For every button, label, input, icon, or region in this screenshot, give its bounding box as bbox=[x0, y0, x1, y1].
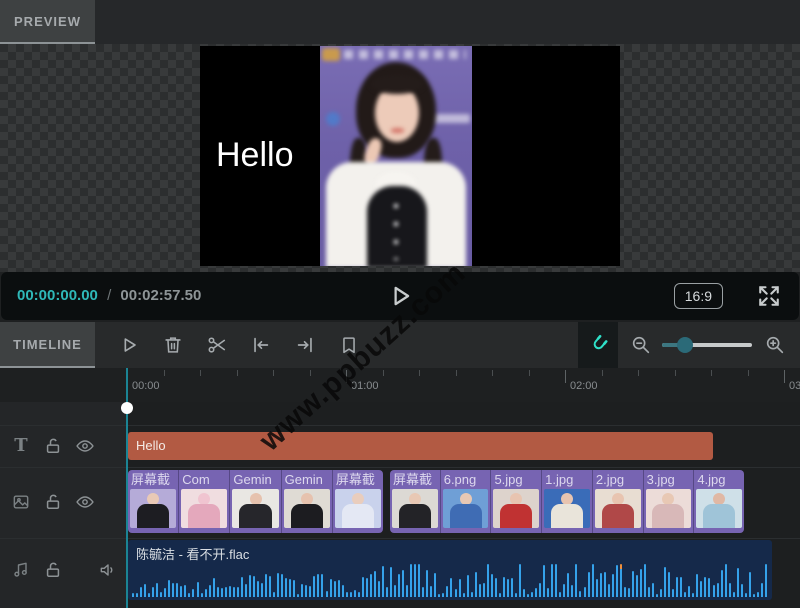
text-clip-hello[interactable]: Hello bbox=[128, 432, 713, 460]
tab-timeline[interactable]: TIMELINE bbox=[0, 322, 95, 368]
snap-toggle[interactable] bbox=[578, 322, 618, 368]
video-clip-thumbnail bbox=[544, 489, 590, 528]
text-track-visibility-icon[interactable] bbox=[75, 436, 95, 456]
video-clip[interactable]: Gemin bbox=[230, 470, 281, 533]
preview-control-bar: 00:00:00.00 / 00:02:57.50 16:9 bbox=[1, 272, 799, 320]
video-clip[interactable]: 5.jpg bbox=[491, 470, 542, 533]
video-clip-label: Gemin bbox=[282, 470, 332, 489]
audio-waveform bbox=[132, 563, 768, 597]
timeline-zoom-slider[interactable] bbox=[662, 343, 752, 347]
video-clip-thumbnail bbox=[335, 489, 381, 528]
audio-track-icon bbox=[11, 560, 31, 580]
timecode-display: 00:00:00.00 / 00:02:57.50 bbox=[17, 272, 201, 320]
jump-to-start-button[interactable] bbox=[250, 334, 272, 356]
video-clip-thumbnail bbox=[595, 489, 641, 528]
video-clip[interactable]: Gemin bbox=[282, 470, 333, 533]
video-clip[interactable]: 2.jpg bbox=[593, 470, 644, 533]
video-clip-group[interactable]: 屏幕截6.png5.jpg1.jpg2.jpg3.jpg4.jpg bbox=[390, 470, 744, 533]
cut-button[interactable] bbox=[206, 334, 228, 356]
video-clip-label: 1.jpg bbox=[542, 470, 592, 489]
video-clip-group[interactable]: 屏幕截ComGeminGemin屏幕截 bbox=[128, 470, 383, 533]
timeline-play-button[interactable] bbox=[118, 334, 140, 356]
image-track-lock-icon[interactable] bbox=[43, 492, 63, 512]
timeline-tracks: T Hello bbox=[0, 402, 800, 608]
ruler-label: 03:00 bbox=[789, 380, 800, 392]
zoom-in-icon bbox=[764, 334, 786, 356]
fullscreen-icon bbox=[755, 282, 783, 310]
preview-canvas: Hello bbox=[0, 44, 800, 272]
video-frame: Hello bbox=[200, 46, 620, 266]
text-track-lock-icon[interactable] bbox=[43, 436, 63, 456]
ruler-label: 00:00 bbox=[132, 380, 160, 392]
video-editor-app: PREVIEW Hello 00:00:00.00 / 00:02:57.50 bbox=[0, 0, 800, 608]
video-clip-thumbnail bbox=[646, 489, 692, 528]
skip-start-icon bbox=[250, 334, 272, 356]
play-icon bbox=[118, 334, 140, 356]
audio-track-volume-icon[interactable] bbox=[98, 560, 118, 580]
video-clip[interactable]: 6.png bbox=[441, 470, 492, 533]
video-clip-thumbnail bbox=[443, 489, 489, 528]
video-clip[interactable]: 屏幕截 bbox=[128, 470, 179, 533]
magnet-icon bbox=[586, 333, 610, 357]
preview-text-overlay[interactable]: Hello bbox=[216, 136, 293, 175]
audio-clip[interactable]: 陈毓洁 - 看不开.flac bbox=[128, 540, 772, 600]
timecode-current: 00:00:00.00 bbox=[17, 287, 98, 304]
video-clip-label: 屏幕截 bbox=[390, 470, 440, 489]
ruler-label: 02:00 bbox=[570, 380, 598, 392]
playhead-knob[interactable] bbox=[121, 402, 133, 414]
skip-end-icon bbox=[294, 334, 316, 356]
video-clip-thumbnail bbox=[130, 489, 176, 528]
bookmark-button[interactable] bbox=[338, 334, 360, 356]
video-clip[interactable]: 1.jpg bbox=[542, 470, 593, 533]
ruler-label: 01:00 bbox=[351, 380, 379, 392]
video-clip[interactable]: 屏幕截 bbox=[333, 470, 383, 533]
delete-clip-button[interactable] bbox=[162, 334, 184, 356]
video-clip-label: 屏幕截 bbox=[128, 470, 178, 489]
audio-clip-label: 陈毓洁 - 看不开.flac bbox=[136, 544, 249, 563]
image-track-visibility-icon[interactable] bbox=[75, 492, 95, 512]
audio-track-lock-icon[interactable] bbox=[43, 560, 63, 580]
preview-play-button[interactable] bbox=[385, 281, 415, 311]
video-clip-thumbnail bbox=[696, 489, 742, 528]
video-clip-label: 屏幕截 bbox=[333, 470, 383, 489]
video-clip-label: 6.png bbox=[441, 470, 491, 489]
zoom-in-button[interactable] bbox=[764, 334, 786, 356]
video-clip[interactable]: Com bbox=[179, 470, 230, 533]
fullscreen-button[interactable] bbox=[755, 282, 783, 310]
timecode-total: 00:02:57.50 bbox=[120, 287, 201, 304]
video-clip[interactable]: 屏幕截 bbox=[390, 470, 441, 533]
timeline-toolbar: TIMELINE bbox=[0, 322, 800, 368]
play-icon bbox=[385, 281, 415, 311]
zoom-slider-thumb[interactable] bbox=[677, 337, 693, 353]
video-clip-thumbnail bbox=[181, 489, 227, 528]
video-clip[interactable]: 4.jpg bbox=[694, 470, 744, 533]
video-clip-label: 4.jpg bbox=[694, 470, 744, 489]
scissors-icon bbox=[206, 334, 228, 356]
playhead[interactable] bbox=[126, 368, 128, 608]
video-clip-thumbnail bbox=[232, 489, 278, 528]
tab-preview[interactable]: PREVIEW bbox=[0, 0, 95, 44]
video-clip-label: 5.jpg bbox=[491, 470, 541, 489]
video-clip-thumbnail bbox=[284, 489, 330, 528]
video-clip[interactable]: 3.jpg bbox=[644, 470, 695, 533]
zoom-out-button[interactable] bbox=[630, 334, 652, 356]
text-track-icon: T bbox=[11, 436, 31, 456]
image-track-icon bbox=[11, 492, 31, 512]
video-clip-thumbnail bbox=[493, 489, 539, 528]
video-clip-label: 2.jpg bbox=[593, 470, 643, 489]
preview-tabbar: PREVIEW bbox=[0, 0, 800, 44]
video-clip-label: Com bbox=[179, 470, 229, 489]
video-clip-label: 3.jpg bbox=[644, 470, 694, 489]
bookmark-icon bbox=[338, 334, 360, 356]
video-clip-label: Gemin bbox=[230, 470, 280, 489]
preview-image-clip[interactable] bbox=[320, 46, 472, 266]
timecode-separator: / bbox=[107, 287, 111, 304]
timeline-ruler[interactable]: 00:00 01:00 02:00 03:00 bbox=[0, 368, 800, 402]
zoom-out-icon bbox=[630, 334, 652, 356]
aspect-ratio-button[interactable]: 16:9 bbox=[674, 283, 723, 309]
jump-to-end-button[interactable] bbox=[294, 334, 316, 356]
trash-icon bbox=[162, 334, 184, 356]
video-clip-thumbnail bbox=[392, 489, 438, 528]
